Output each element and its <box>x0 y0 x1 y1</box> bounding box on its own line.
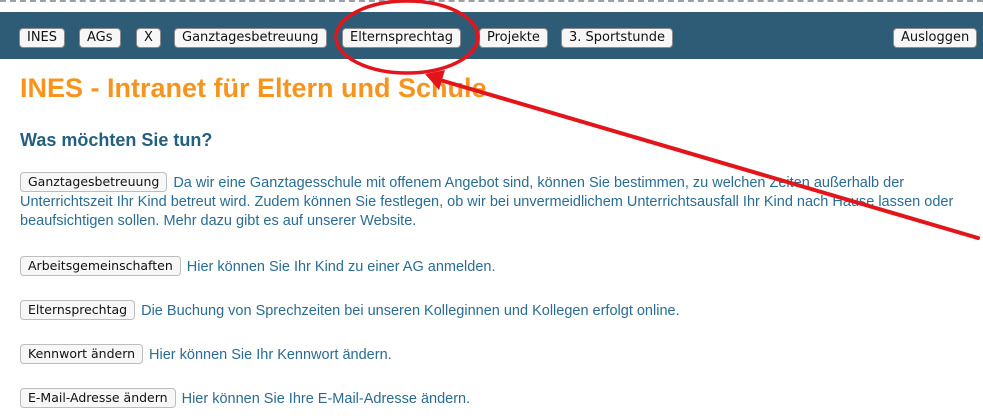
window-top-edge <box>0 0 983 12</box>
elternsprechtag-button[interactable]: Elternsprechtag <box>20 300 136 320</box>
nav-button-3-sportstunde[interactable]: 3. Sportstunde <box>561 28 674 48</box>
page-title: INES - Intranet für Eltern und Schule <box>20 73 487 103</box>
email-aendern-button[interactable]: E-Mail-Adresse ändern <box>20 388 176 408</box>
kennwort-aendern-button[interactable]: Kennwort ändern <box>20 344 144 364</box>
nav-button-ines[interactable]: INES <box>19 28 66 48</box>
action-arbeitsgemeinschaften: Arbeitsgemeinschaften Hier können Sie Ihr… <box>20 256 970 277</box>
action-elternsprechtag: Elternsprechtag Die Buchung von Sprechzei… <box>20 300 970 321</box>
action-ganztagesbetreuung: Ganztagesbetreuung Da wir eine Ganztagess… <box>20 172 970 231</box>
nav-button-ags[interactable]: AGs <box>79 28 121 48</box>
page-subtitle: Was möchten Sie tun? <box>20 130 213 150</box>
nav-button-x[interactable]: X <box>136 28 161 48</box>
ganztagesbetreuung-button[interactable]: Ganztagesbetreuung <box>20 172 168 192</box>
arbeitsgemeinschaften-description: Hier können Sie Ihr Kind zu einer AG anm… <box>186 259 496 275</box>
nav-button-projekte[interactable]: Projekte <box>479 28 548 48</box>
nav-button-elternsprechtag[interactable]: Elternsprechtag <box>342 28 462 48</box>
email-description: Hier können Sie Ihre E-Mail-Adresse ände… <box>181 391 471 407</box>
action-email: E-Mail-Adresse ändern Hier können Sie Ihr… <box>20 388 970 409</box>
kennwort-description: Hier können Sie Ihr Kennwort ändern. <box>149 347 392 363</box>
logout-button[interactable]: Ausloggen <box>893 28 978 48</box>
action-kennwort: Kennwort ändern Hier können Sie Ihr Kennw… <box>20 344 970 365</box>
arbeitsgemeinschaften-button[interactable]: Arbeitsgemeinschaften <box>20 256 181 276</box>
top-navigation-bar: INES AGs X Ganztagesbetreuung Elternspre… <box>0 12 983 59</box>
elternsprechtag-description: Die Buchung von Sprechzeiten bei unseren… <box>141 303 680 319</box>
nav-button-ganztagesbetreuung[interactable]: Ganztagesbetreuung <box>174 28 327 48</box>
